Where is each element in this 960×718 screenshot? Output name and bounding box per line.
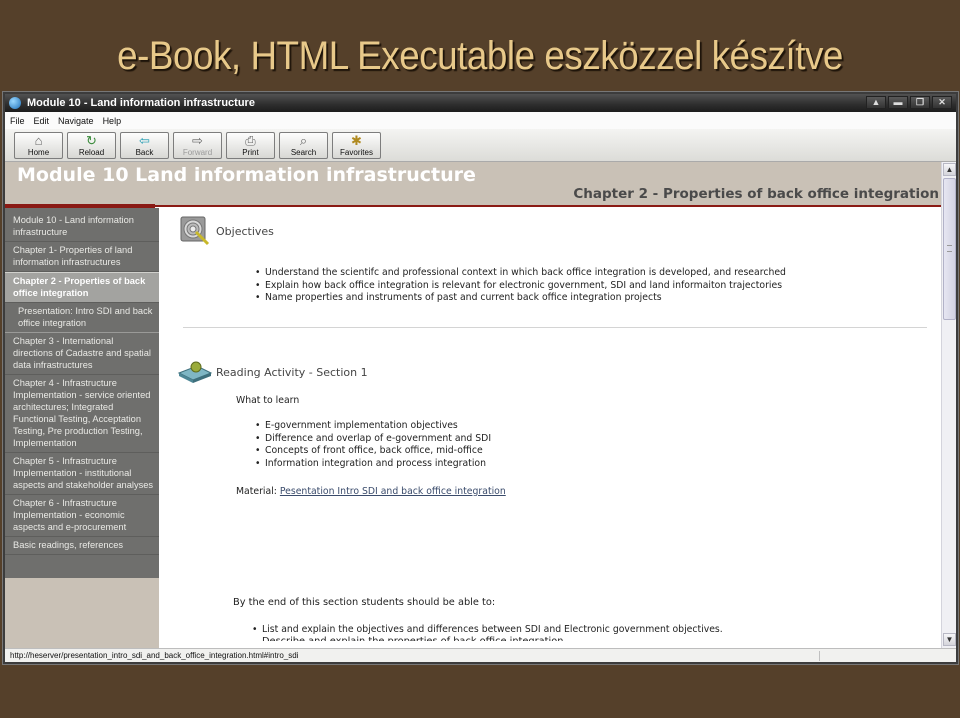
module-title: Module 10 Land information infrastructur… (17, 164, 476, 186)
restore-button[interactable]: ❐ (910, 96, 930, 109)
search-button[interactable]: ⌕ Search (279, 131, 328, 159)
scrollbar-thumb[interactable] (943, 178, 956, 320)
scroll-up-icon[interactable]: ▲ (943, 163, 956, 176)
vertical-scrollbar[interactable]: ▲ ▼ (941, 162, 956, 648)
objectives-list: Understand the scientifc and professiona… (255, 267, 786, 305)
material-line: Material: Pesentation Intro SDI and back… (236, 486, 506, 497)
reload-button[interactable]: ↻ Reload (67, 131, 116, 159)
learning-item: Difference and overlap of e-government a… (255, 433, 491, 446)
menu-help[interactable]: Help (103, 116, 122, 126)
header-rule (155, 205, 941, 207)
outcome-item: List and explain the objectives and diff… (252, 624, 723, 637)
objective-item: Name properties and instruments of past … (255, 292, 786, 305)
home-label: Home (27, 147, 50, 157)
reload-label: Reload (78, 147, 105, 157)
sidebar-item-chapter-6[interactable]: Chapter 6 - Infrastructure Implementatio… (5, 495, 159, 537)
main-content: Objectives Understand the scientifc and … (159, 208, 941, 648)
chapter-title: Chapter 2 - Properties of back office in… (573, 186, 939, 202)
app-window: Module 10 - Land information infrastruct… (3, 92, 958, 664)
window-controls: ▲ ▬ ❐ ✕ (866, 96, 952, 109)
scroll-grip-icon (947, 245, 952, 252)
what-to-learn-label: What to learn (236, 395, 300, 406)
reload-icon: ↻ (86, 132, 97, 148)
menu-file[interactable]: File (10, 116, 25, 126)
learning-item: Information integration and process inte… (255, 458, 491, 471)
status-bar: http://heserver/presentation_intro_sdi_a… (5, 648, 956, 662)
menu-navigate[interactable]: Navigate (58, 116, 94, 126)
objectives-heading: Objectives (216, 225, 274, 238)
material-link[interactable]: Pesentation Intro SDI and back office in… (280, 486, 506, 497)
toolbar: ⌂ Home ↻ Reload ⇦ Back ⇨ Forward ⎙ Print… (5, 129, 956, 162)
sidebar-item-chapter-4[interactable]: Chapter 4 - Infrastructure Implementatio… (5, 375, 159, 453)
status-url: http://heserver/presentation_intro_sdi_a… (10, 651, 299, 660)
content-area: Module 10 Land information infrastructur… (5, 162, 956, 648)
objective-item: Understand the scientifc and professiona… (255, 267, 786, 280)
sidebar-item-chapter-1[interactable]: Chapter 1- Properties of land informatio… (5, 242, 159, 272)
sidebar-item-basic-readings[interactable]: Basic readings, references (5, 537, 159, 555)
minimize-button[interactable]: ▬ (888, 96, 908, 109)
material-label: Material: (236, 486, 277, 497)
scroll-down-icon[interactable]: ▼ (943, 633, 956, 646)
outcomes-intro: By the end of this section students shou… (233, 597, 496, 608)
forward-button[interactable]: ⇨ Forward (173, 131, 222, 159)
favorites-button[interactable]: ✱ Favorites (332, 131, 381, 159)
home-button[interactable]: ⌂ Home (14, 131, 63, 159)
print-label: Print (242, 147, 259, 157)
outcomes-list: List and explain the objectives and diff… (252, 624, 723, 637)
sidebar-item-presentation[interactable]: Presentation: Intro SDI and back office … (5, 303, 159, 333)
app-globe-icon (9, 97, 21, 109)
menu-edit[interactable]: Edit (34, 116, 50, 126)
outcome-item-partial: Describe and explain the properties of b… (262, 636, 563, 641)
title-bar: Module 10 - Land information infrastruct… (5, 94, 956, 112)
printer-icon: ⎙ (245, 132, 256, 148)
slide-title: e-Book, HTML Executable eszközzel készít… (117, 34, 843, 78)
sidebar-item-chapter-3[interactable]: Chapter 3 - International directions of … (5, 333, 159, 375)
target-objectives-icon (180, 216, 210, 246)
close-button[interactable]: ✕ (932, 96, 952, 109)
forward-arrow-icon: ⇨ (192, 132, 203, 148)
learning-item: Concepts of front office, back office, m… (255, 445, 491, 458)
reading-activity-heading: Reading Activity - Section 1 (216, 366, 368, 379)
learning-list: E-government implementation objectives D… (255, 420, 491, 471)
window-up-button[interactable]: ▲ (866, 96, 886, 109)
binoculars-icon: ⌕ (299, 132, 308, 148)
back-label: Back (135, 147, 154, 157)
search-label: Search (290, 147, 317, 157)
page-header: Module 10 Land information infrastructur… (5, 162, 941, 208)
section-divider (183, 327, 927, 328)
sidebar-item-module-10[interactable]: Module 10 - Land information infrastruct… (5, 212, 159, 242)
print-button[interactable]: ⎙ Print (226, 131, 275, 159)
home-icon: ⌂ (34, 132, 43, 148)
book-reading-icon (177, 361, 213, 383)
back-button[interactable]: ⇦ Back (120, 131, 169, 159)
favorites-label: Favorites (340, 147, 373, 157)
sidebar-footer (5, 578, 159, 648)
menu-bar: File Edit Navigate Help (5, 112, 956, 129)
forward-label: Forward (182, 147, 213, 157)
sidebar-item-chapter-2[interactable]: Chapter 2 - Properties of back office in… (5, 272, 159, 303)
objective-item: Explain how back office integration is r… (255, 280, 786, 293)
learning-item: E-government implementation objectives (255, 420, 491, 433)
sidebar-item-chapter-5[interactable]: Chapter 5 - Infrastructure Implementatio… (5, 453, 159, 495)
back-arrow-icon: ⇦ (139, 132, 150, 148)
window-title: Module 10 - Land information infrastruct… (27, 97, 255, 109)
favorites-folder-icon: ✱ (351, 132, 362, 148)
status-separator (819, 651, 820, 661)
